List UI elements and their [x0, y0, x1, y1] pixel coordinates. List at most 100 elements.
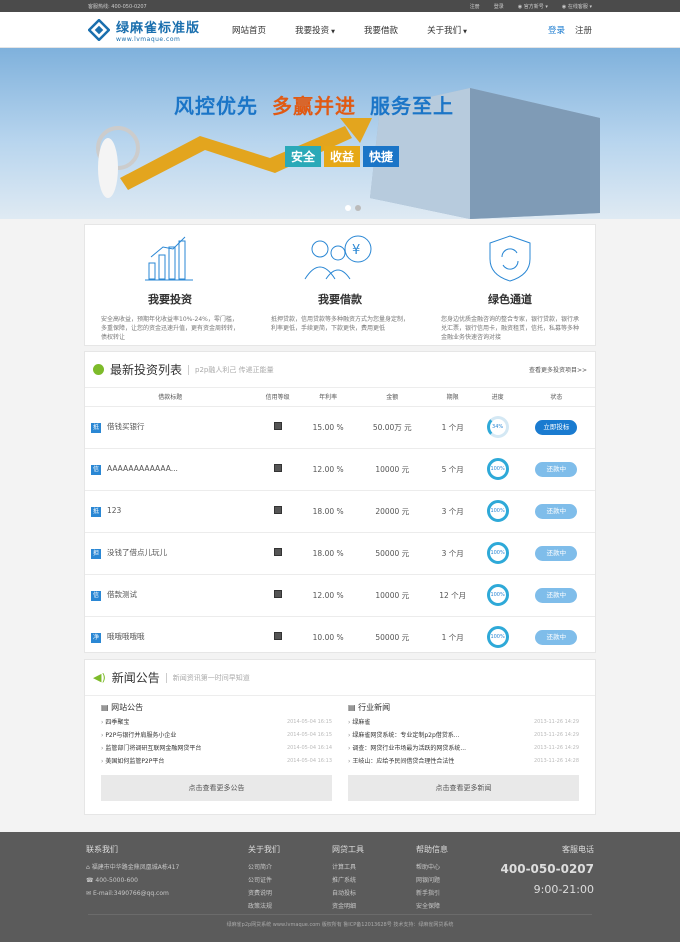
feature-invest[interactable]: 我要投资 安全高收益，预期年化收益率10%-24%，零门槛，多重保障，让您的资金… — [85, 225, 255, 345]
logo[interactable]: 绿麻雀标准版 www.lvmaque.com — [88, 17, 216, 43]
footer-link[interactable]: 新手指引 — [416, 887, 448, 900]
banner-slogan: 风控优先 多赢并进 服务至上 — [174, 94, 454, 118]
feature-title: 绿色通道 — [488, 293, 532, 306]
news-item[interactable]: 绿麻雀网贷系统：专业定制p2p借贷系...2013-11-26 14:29 — [348, 728, 579, 741]
nav-about[interactable]: 关于我们 ▼ — [414, 24, 480, 36]
footer-link[interactable]: 资费说明 — [248, 887, 280, 900]
status-button[interactable]: 还款中 — [535, 545, 578, 561]
online-service-link[interactable]: ◉ 在线客服 ▾ — [562, 3, 592, 10]
feature-green-channel[interactable]: 绿色通道 您身边优质金融咨询的整合专家，银行贷款，银行承兑汇票，银行信用卡，融资… — [425, 225, 595, 345]
feature-borrow[interactable]: ¥ 我要借款 抵押贷款，信用贷款等多种融资方式为您量身定制，利率更低，手续更简，… — [255, 225, 425, 345]
news-panel: ◀) 新闻公告 新闻资讯第一时间早知道 ▤ 网站公告 四季聚宝2014-05-0… — [84, 659, 596, 815]
banner-tag: 安全 — [285, 146, 322, 167]
nav-invest[interactable]: 我要投资 ▼ — [282, 24, 348, 36]
service-title: 客服电话 — [562, 845, 594, 854]
loan-title-cell[interactable]: 信 AAAAAAAAAAAA... — [85, 447, 256, 490]
loan-title-cell[interactable]: 抵借钱买银行 — [85, 405, 256, 448]
footer-col-title: 网贷工具 — [332, 845, 364, 854]
official-account-link[interactable]: ◉ 官方新号 ▾ — [518, 3, 548, 10]
topbar-login-link[interactable]: 登录 — [494, 3, 504, 10]
footer-link[interactable]: 公司证件 — [248, 874, 280, 887]
nav-home[interactable]: 网站首页 — [216, 24, 282, 36]
footer-col-title: 关于我们 — [248, 845, 280, 854]
more-investments-link[interactable]: 查看更多投资项目>> — [529, 365, 587, 374]
register-link[interactable]: 注册 — [575, 24, 592, 36]
more-notices-button[interactable]: 点击查看更多公告 — [101, 775, 332, 801]
carousel-dot[interactable] — [355, 205, 361, 211]
location-icon: ⌂ — [86, 864, 90, 871]
carousel-dot[interactable] — [345, 205, 351, 211]
invest-list-title: 最新投资列表 — [110, 363, 183, 377]
footer-link[interactable]: 政策法规 — [248, 900, 280, 913]
col-header: 信用等级 — [265, 394, 290, 402]
news-item[interactable]: 四季聚宝2014-05-04 16:15 — [101, 715, 332, 728]
more-news-button[interactable]: 点击查看更多新闻 — [348, 775, 579, 801]
status-button[interactable]: 还款中 — [535, 503, 578, 519]
progress-ring: 100% — [486, 626, 509, 649]
footer-link[interactable]: 公司简介 — [248, 861, 280, 874]
status-button[interactable]: 还款中 — [535, 629, 578, 645]
amount-cell: 10000 元 — [356, 447, 428, 490]
credit-icon — [255, 489, 300, 532]
loan-title-cell[interactable]: 抵 123 — [85, 489, 256, 532]
rate-cell: 15.00 % — [299, 405, 357, 448]
loan-title-cell[interactable]: 担没钱了借点儿玩儿 — [85, 531, 256, 574]
invest-list-subtitle: p2p融人利己 传递正能量 — [188, 364, 274, 375]
footer: 联系我们 ⌂ 福建市中华路金鼎凤凰城A栋417 ☎ 400-5000-600 ✉… — [0, 832, 680, 942]
footer-link[interactable]: 自动投标 — [332, 887, 364, 900]
hero-banner[interactable]: 风控优先 多赢并进 服务至上 安全 收益 快捷 — [0, 48, 680, 219]
loan-title-cell[interactable]: 信借款测试 — [85, 573, 256, 616]
footer-phone: ☎ 400-5000-600 — [86, 877, 138, 884]
status-button[interactable]: 还款中 — [535, 461, 578, 477]
term-cell: 1 个月 — [427, 615, 478, 658]
header: 绿麻雀标准版 www.lvmaque.com 网站首页 我要投资 ▼ 我要借款 关… — [0, 12, 680, 48]
notice-heading: ▤ 网站公告 — [101, 703, 144, 712]
loan-title-cell[interactable]: 净哦哦哦哦哦 — [85, 615, 256, 658]
footer-link[interactable]: 网银问题 — [416, 874, 448, 887]
amount-cell: 50000 元 — [356, 615, 428, 658]
feature-desc: 您身边优质金融咨询的整合专家，银行贷款，银行承兑汇票，银行信用卡，融资租赁，信托… — [441, 316, 580, 341]
footer-link[interactable]: 安全保障 — [416, 900, 448, 913]
chevron-down-icon: ▼ — [331, 28, 335, 35]
table-row[interactable]: 信 AAAAAAAAAAAA... 12.00 % 10000 元 5 个月 10… — [85, 447, 595, 490]
footer-link[interactable]: 计算工具 — [332, 861, 364, 874]
status-cell: 立即投标 — [517, 405, 595, 448]
banner-tag: 快捷 — [363, 146, 400, 167]
news-item[interactable]: 美国如何监管P2P平台2014-05-04 16:13 — [101, 754, 332, 767]
footer-link[interactable]: 资金明细 — [332, 900, 364, 913]
table-row[interactable]: 担没钱了借点儿玩儿 18.00 % 50000 元 3 个月 100% 还款中 — [85, 531, 595, 574]
news-item[interactable]: 监管部门将调研互联网金融网贷平台2014-05-04 16:14 — [101, 741, 332, 754]
news-item[interactable]: 调查：网贷行业市场最为活跃的网贷系统...2013-11-26 14:29 — [348, 741, 579, 754]
rate-cell: 12.00 % — [299, 573, 357, 616]
progress-ring: 100% — [486, 500, 509, 522]
nav-borrow[interactable]: 我要借款 — [348, 24, 414, 36]
login-link[interactable]: 登录 — [548, 24, 565, 36]
service-hours: 9:00-21:00 — [533, 883, 594, 896]
footer-link[interactable]: 帮助中心 — [416, 861, 448, 874]
table-row[interactable]: 抵借钱买银行 15.00 % 50.00万 元 1 个月 34% 立即投标 — [85, 405, 595, 448]
progress-cell: 34% — [477, 405, 518, 448]
footer-link[interactable]: 推广系统 — [332, 874, 364, 887]
status-cell: 还款中 — [517, 447, 595, 490]
term-cell: 5 个月 — [427, 447, 478, 490]
news-subtitle: 新闻资讯第一时间早知道 — [165, 672, 250, 683]
news-item[interactable]: 王岐山：应给予民间借贷合理性合法性2013-11-26 14:28 — [348, 754, 579, 767]
credit-icon — [255, 531, 300, 574]
news-item[interactable]: 绿麻雀2013-11-26 14:29 — [348, 715, 579, 728]
news-item[interactable]: P2P与银行并肩服务小企业2014-05-04 16:15 — [101, 728, 332, 741]
rate-cell: 18.00 % — [299, 531, 357, 574]
chat-icon: ◉ — [561, 3, 567, 10]
footer-tools-col: 网贷工具计算工具 推广系统 自动投标 资金明细 — [332, 844, 364, 913]
table-row[interactable]: 净哦哦哦哦哦 10.00 % 50000 元 1 个月 100% 还款中 — [85, 615, 595, 658]
progress-ring: 34% — [486, 416, 509, 438]
logo-name: 绿麻雀标准版 — [116, 20, 201, 36]
status-button[interactable]: 还款中 — [535, 587, 578, 603]
status-button[interactable]: 立即投标 — [535, 419, 578, 435]
speaker-icon: ◀) — [93, 671, 106, 684]
footer-email: ✉ E-mail:3490766@qq.com — [86, 890, 169, 897]
loan-type-icon: 担 — [91, 549, 101, 559]
table-row[interactable]: 抵 123 18.00 % 20000 元 3 个月 100% 还款中 — [85, 489, 595, 532]
status-cell: 还款中 — [517, 489, 595, 532]
table-row[interactable]: 信借款测试 12.00 % 10000 元 12 个月 100% 还款中 — [85, 573, 595, 616]
topbar-register-link[interactable]: 注册 — [470, 3, 480, 10]
